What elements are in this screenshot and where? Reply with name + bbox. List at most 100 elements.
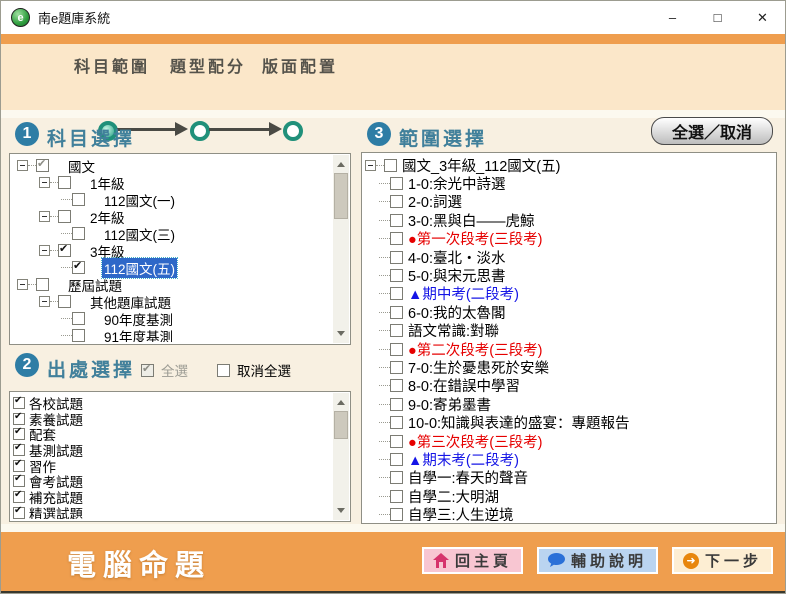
list-item[interactable]: 素養試題 [13,411,331,428]
checkbox[interactable] [58,242,71,257]
tree-connector [61,318,72,319]
collapse-icon[interactable] [39,211,50,222]
tree-connector [379,238,390,240]
checkbox[interactable] [72,227,85,240]
tree-connector [379,256,390,258]
scroll-down-icon[interactable] [333,326,349,341]
checkbox[interactable] [13,489,25,503]
checkbox[interactable] [217,363,230,377]
next-step-button[interactable]: ➜ 下一步 [671,547,773,574]
tree-item-label[interactable]: 91年度基測 [102,326,175,343]
tree-connector [28,165,36,166]
subject-tree-scrollbar[interactable] [333,155,349,343]
tree-connector [28,284,36,285]
checkbox[interactable] [390,489,403,503]
tree-row: 112國文(一) [13,191,331,209]
deselect-all-checkbox[interactable]: 取消全選 [217,360,291,380]
checkbox[interactable] [390,305,403,319]
checkbox[interactable] [390,452,403,466]
home-button[interactable]: 回主頁 [421,547,523,574]
checkbox[interactable] [13,458,25,472]
checkbox[interactable] [390,379,403,393]
tree-row: ●第二次段考(三段考) [365,340,773,359]
list-item[interactable]: 基測試題 [13,442,331,459]
maximize-button[interactable]: □ [695,1,740,34]
select-all-checkbox[interactable]: 全選 [141,360,188,380]
speech-bubble-icon [547,553,565,568]
checkbox[interactable] [13,411,25,425]
minimize-button[interactable]: – [650,1,695,34]
scroll-up-icon[interactable] [333,395,349,410]
checkbox[interactable] [58,295,71,308]
arrow-circle-icon: ➜ [682,552,699,569]
tree-connector [50,182,58,183]
home-button-label: 回主頁 [454,553,512,570]
tree-connector [50,301,58,302]
checkbox[interactable] [390,177,403,191]
checkbox[interactable] [390,269,403,283]
checkbox[interactable] [72,329,85,342]
checkbox[interactable] [36,157,49,172]
checkbox[interactable] [13,473,25,488]
collapse-icon[interactable] [17,279,28,290]
collapse-icon[interactable] [39,177,50,188]
close-button[interactable]: ✕ [740,1,785,34]
tree-row: 國文 [13,157,331,175]
tree-connector [379,514,390,516]
checkbox[interactable] [36,278,49,291]
checkbox[interactable] [13,426,25,441]
tree-item-label[interactable]: 自學三:人生逆境 [406,504,516,521]
checkbox[interactable] [13,395,25,409]
collapse-icon[interactable] [39,245,50,256]
checkbox[interactable] [384,158,397,172]
scrollbar-thumb[interactable] [334,411,348,439]
tree-connector [379,330,390,332]
scroll-up-icon[interactable] [333,157,349,172]
checkbox[interactable] [141,362,154,377]
source-list-scrollbar[interactable] [333,393,349,520]
tree-connector [379,440,390,442]
source-list: 各校試題素養試題配套基測試題習作會考試題補充試題精選試題 [13,395,331,519]
checkbox[interactable] [390,287,403,301]
checkbox[interactable] [390,342,403,356]
checkbox[interactable] [390,508,403,521]
list-item-label[interactable]: 精選試題 [29,503,83,519]
checkbox[interactable] [72,312,85,325]
checkbox[interactable] [390,232,403,246]
tree-row: 112國文(五) [13,256,331,279]
collapse-icon[interactable] [39,296,50,307]
checkbox[interactable] [58,210,71,223]
collapse-icon[interactable] [17,160,28,171]
checkbox[interactable] [58,176,71,189]
range-tree: 國文_3年級_112國文(五) 1-0:余光中詩選 2-0:詞選 3-0:黑與白——… [365,156,773,521]
list-item[interactable]: 精選試題 [13,505,331,519]
checkbox[interactable] [390,250,403,264]
checkbox[interactable] [72,193,85,206]
checkbox[interactable] [72,259,85,274]
checkbox[interactable] [390,324,403,338]
checkbox[interactable] [390,397,403,411]
checkbox[interactable] [390,434,403,448]
select-toggle-button[interactable]: 全選／取消 [651,117,773,145]
scroll-down-icon[interactable] [333,503,349,518]
checkbox[interactable] [13,442,25,456]
section-2-title: 出處選擇 [47,360,136,381]
checkbox[interactable] [13,505,25,519]
collapse-icon[interactable] [365,159,376,171]
orange-divider-top [1,34,785,44]
checkbox[interactable] [390,416,403,430]
tree-connector [61,267,72,268]
tree-row-root: 國文_3年級_112國文(五) [365,156,773,175]
help-button[interactable]: 輔助說明 [536,547,658,574]
scrollbar-thumb[interactable] [334,173,348,219]
checkbox[interactable] [390,213,403,227]
tree-row: 91年度基測 [13,327,331,342]
step-label-question-allocation: 題型配分 [170,59,247,76]
tree-connector [376,164,384,166]
checkbox[interactable] [390,471,403,485]
tree-row: 歷屆試題 [13,276,331,294]
tree-row: ●第三次段考(三段考) [365,432,773,451]
checkbox[interactable] [390,195,403,209]
checkbox[interactable] [390,360,403,374]
light-divider-bottom [1,524,785,532]
